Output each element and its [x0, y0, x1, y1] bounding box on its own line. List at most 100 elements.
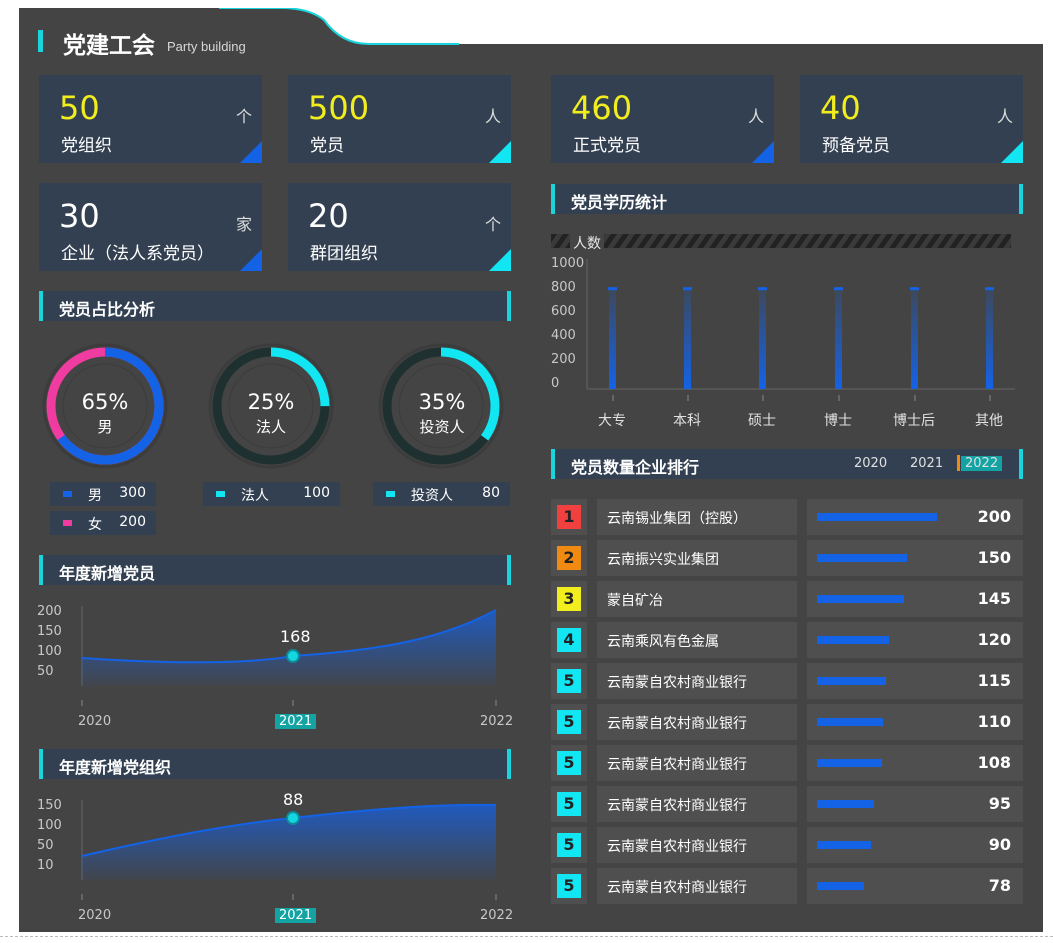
donut-percent: 65% — [81, 390, 129, 414]
ranking-row[interactable]: 2 云南振兴实业集团 150 — [551, 540, 1023, 576]
rank-badge: 5 — [557, 751, 581, 775]
rank-name-cell: 云南蒙自农村商业银行 — [597, 868, 797, 904]
ranking-row[interactable]: 5 云南蒙自农村商业银行 95 — [551, 786, 1023, 822]
section-bar-right — [1019, 184, 1023, 214]
year-switch-2022-active[interactable]: 2022 — [961, 456, 1003, 471]
rank-badge-cell: 2 — [551, 540, 587, 576]
rank-company-name: 云南蒙自农村商业银行 — [607, 798, 747, 814]
x-tick-label: 2022 — [480, 714, 514, 729]
y-tick: 1000 — [551, 256, 585, 271]
page-subtitle: Party building — [167, 39, 246, 54]
bar-其他[interactable] — [986, 288, 993, 389]
stat-label: 正式党员 — [573, 136, 641, 156]
section-bar-right — [507, 291, 511, 321]
y-tick: 800 — [551, 280, 576, 295]
section-bar-right — [507, 749, 511, 779]
stat-label: 党员 — [310, 136, 344, 156]
legend-swatch — [386, 491, 395, 497]
stat-card-enterprises[interactable]: 30 家 企业（法人系党员） — [39, 183, 262, 271]
rank-name-cell: 云南乘风有色金属 — [597, 622, 797, 658]
corner-mark — [240, 249, 262, 271]
rank-bar — [817, 554, 907, 562]
rank-badge: 3 — [557, 587, 581, 611]
ranking-row[interactable]: 5 云南蒙自农村商业银行 108 — [551, 745, 1023, 781]
stat-label: 党组织 — [61, 136, 112, 156]
year-switch-2020[interactable]: 2020 — [854, 456, 887, 471]
rank-bar — [817, 513, 937, 521]
stat-card-probationary-members[interactable]: 40 人 预备党员 — [800, 75, 1023, 163]
x-tick-label: 大专 — [598, 413, 626, 429]
rank-badge-cell: 5 — [551, 745, 587, 781]
highlight-point[interactable] — [286, 649, 300, 663]
stat-card-formal-members[interactable]: 460 人 正式党员 — [551, 75, 774, 163]
rank-name-cell: 云南蒙自农村商业银行 — [597, 786, 797, 822]
rank-badge-cell: 1 — [551, 499, 587, 535]
section-title: 年度新增党员 — [59, 564, 156, 583]
x-tick-label: 博士 — [824, 413, 852, 429]
y-tick: 50 — [37, 838, 54, 853]
bar-博士[interactable] — [835, 288, 842, 389]
bar-硕士[interactable] — [759, 288, 766, 389]
rank-company-name: 云南蒙自农村商业银行 — [607, 757, 747, 773]
x-tick-label-active[interactable]: 2021 — [275, 908, 317, 923]
section-header-ratio: 党员占比分析 — [39, 291, 511, 321]
ranking-row[interactable]: 4 云南乘风有色金属 120 — [551, 622, 1023, 658]
ranking-row[interactable]: 5 云南蒙自农村商业银行 90 — [551, 827, 1023, 863]
section-title: 党员占比分析 — [59, 300, 156, 319]
bar-博士后[interactable] — [911, 288, 918, 389]
rank-bar-cell: 78 — [807, 868, 1023, 904]
bar-本科[interactable] — [684, 288, 691, 389]
year-switch-2021[interactable]: 2021 — [910, 456, 943, 471]
stat-unit: 人 — [996, 107, 1013, 126]
x-tick-label-active[interactable]: 2021 — [275, 714, 317, 729]
section-header-ranking: 党员数量企业排行 2020 2021 2022 — [551, 449, 1023, 479]
stat-card-members[interactable]: 500 人 党员 — [288, 75, 511, 163]
stat-card-mass-orgs[interactable]: 20 个 群团组织 — [288, 183, 511, 271]
rank-value: 108 — [977, 753, 1011, 772]
corner-mark — [489, 141, 511, 163]
legend-name: 女 — [88, 517, 102, 533]
ranking-row[interactable]: 3 蒙自矿冶 145 — [551, 581, 1023, 617]
stat-label: 预备党员 — [822, 136, 890, 156]
highlight-point[interactable] — [286, 811, 300, 825]
y-tick: 10 — [37, 858, 54, 873]
ranking-row[interactable]: 5 云南蒙自农村商业银行 110 — [551, 704, 1023, 740]
rank-value: 95 — [988, 794, 1011, 813]
rank-bar — [817, 800, 874, 808]
rank-name-cell: 云南蒙自农村商业银行 — [597, 745, 797, 781]
rank-bar — [817, 882, 864, 890]
rank-bar-cell: 115 — [807, 663, 1023, 699]
x-tick-label: 2022 — [480, 908, 514, 923]
rank-bar — [817, 718, 883, 726]
donut-label: 法人 — [255, 418, 286, 436]
stat-card-party-org[interactable]: 50 个 党组织 — [39, 75, 262, 163]
section-title: 党员学历统计 — [571, 193, 668, 212]
rank-bar-cell: 90 — [807, 827, 1023, 863]
rank-bar-cell: 108 — [807, 745, 1023, 781]
rank-value: 90 — [988, 835, 1011, 854]
page-edge — [0, 936, 1053, 937]
rank-value: 150 — [977, 548, 1011, 567]
rank-bar-cell: 150 — [807, 540, 1023, 576]
section-bar — [39, 749, 43, 779]
section-bar — [551, 449, 555, 479]
area-fill — [82, 610, 496, 686]
ranking-row[interactable]: 5 云南蒙自农村商业银行 78 — [551, 868, 1023, 904]
section-header-new-orgs: 年度新增党组织 — [39, 749, 511, 779]
rank-name-cell: 蒙自矿冶 — [597, 581, 797, 617]
page-title: 党建工会 — [63, 33, 155, 59]
ranking-row[interactable]: 1 云南锡业集团（控股） 200 — [551, 499, 1023, 535]
bar-大专[interactable] — [609, 288, 616, 389]
section-bar — [39, 555, 43, 585]
stat-value: 40 — [820, 89, 861, 127]
ranking-row[interactable]: 5 云南蒙自农村商业银行 115 — [551, 663, 1023, 699]
rank-bar — [817, 677, 886, 685]
rank-value: 115 — [977, 671, 1011, 690]
rank-bar-cell: 145 — [807, 581, 1023, 617]
legend-legal-person: 法人 100 — [203, 482, 340, 506]
y-axis-label: 人数 — [570, 233, 604, 253]
y-tick: 400 — [551, 328, 576, 343]
bar-cap — [683, 287, 692, 291]
rank-bar-cell: 95 — [807, 786, 1023, 822]
rank-badge: 4 — [557, 628, 581, 652]
